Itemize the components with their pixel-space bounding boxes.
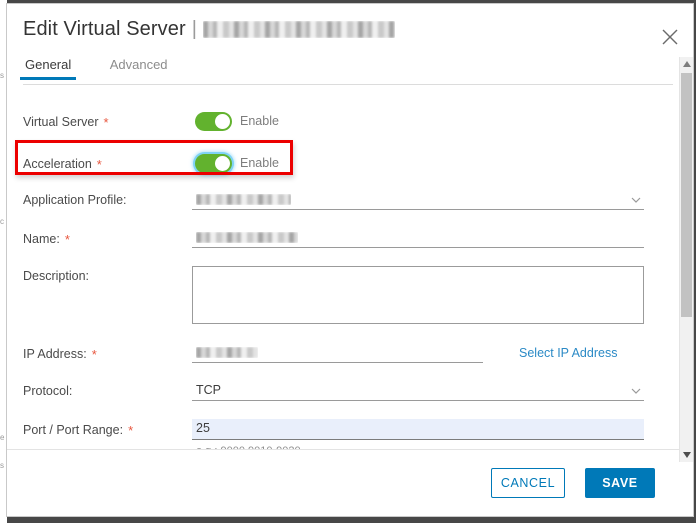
acceleration-toggle-text: Enable (240, 156, 279, 170)
acceleration-label: Acceleration * (23, 157, 102, 172)
background-text-fragment: c (0, 217, 4, 226)
page-title: Edit Virtual Server | (23, 18, 395, 41)
cancel-button[interactable]: CANCEL (491, 468, 565, 498)
port-range-label: Port / Port Range: * (23, 423, 134, 438)
port-range-input[interactable] (192, 419, 644, 440)
field-row-ip-address: IP Address: * Select IP Address (7, 343, 677, 369)
scrollbar-thumb[interactable] (681, 73, 692, 317)
redacted-ip-address-value (196, 347, 258, 358)
background-text-fragment: e (0, 433, 5, 442)
close-icon[interactable] (657, 24, 683, 50)
edit-virtual-server-dialog: Edit Virtual Server | General Advanced Vi… (6, 3, 694, 517)
dialog-header: Edit Virtual Server | (7, 4, 693, 56)
protocol-select[interactable]: TCP (192, 381, 644, 402)
field-row-application-profile: Application Profile: (7, 190, 677, 216)
required-asterisk: * (103, 115, 109, 130)
background-text-fragment: s (0, 71, 4, 80)
virtual-server-label: Virtual Server * (23, 115, 109, 130)
required-asterisk: * (96, 157, 102, 172)
background-text-fragment: s (0, 461, 4, 470)
toggle-knob (215, 114, 230, 129)
description-label: Description: (23, 269, 89, 283)
field-row-acceleration: Acceleration * Enable (7, 152, 677, 176)
triangle-up-icon[interactable] (680, 57, 693, 71)
select-ip-address-link[interactable]: Select IP Address (519, 346, 617, 360)
field-row-description: Description: (7, 266, 677, 326)
required-asterisk: * (128, 423, 134, 438)
acceleration-toggle[interactable] (195, 154, 232, 173)
field-row-protocol: Protocol: TCP (7, 381, 677, 407)
required-asterisk: * (64, 232, 70, 247)
tab-general[interactable]: General (19, 55, 77, 80)
name-input[interactable] (192, 228, 644, 249)
save-button[interactable]: SAVE (585, 468, 655, 498)
title-separator: | (191, 18, 198, 40)
tab-advanced[interactable]: Advanced (108, 55, 170, 80)
tab-bar: General Advanced (19, 55, 673, 85)
ip-address-label: IP Address: * (23, 347, 97, 362)
virtual-server-toggle-text: Enable (240, 114, 279, 128)
protocol-value: TCP (196, 383, 221, 397)
virtual-server-toggle[interactable] (195, 112, 232, 131)
application-profile-select[interactable] (192, 190, 644, 211)
required-asterisk: * (91, 347, 97, 362)
application-profile-label: Application Profile: (23, 193, 127, 207)
protocol-label: Protocol: (23, 384, 73, 398)
vertical-scrollbar[interactable] (679, 57, 693, 462)
redacted-application-profile-value (196, 194, 291, 205)
ip-address-input[interactable] (192, 343, 483, 364)
field-row-name: Name: * (7, 228, 677, 254)
redacted-name-value (196, 232, 298, 243)
general-form: Virtual Server * Enable Acceleration * Ena… (7, 90, 677, 457)
toggle-knob (215, 156, 230, 171)
field-row-virtual-server: Virtual Server * Enable (7, 110, 677, 134)
redacted-server-name (203, 21, 395, 38)
page-title-text: Edit Virtual Server (23, 18, 186, 40)
description-textarea[interactable] (192, 266, 644, 324)
dialog-footer: CANCEL SAVE (7, 449, 693, 516)
screen: s c e s Edit Virtual Server | General Adv… (0, 0, 696, 523)
name-label: Name: * (23, 232, 70, 247)
triangle-down-icon[interactable] (680, 448, 693, 462)
